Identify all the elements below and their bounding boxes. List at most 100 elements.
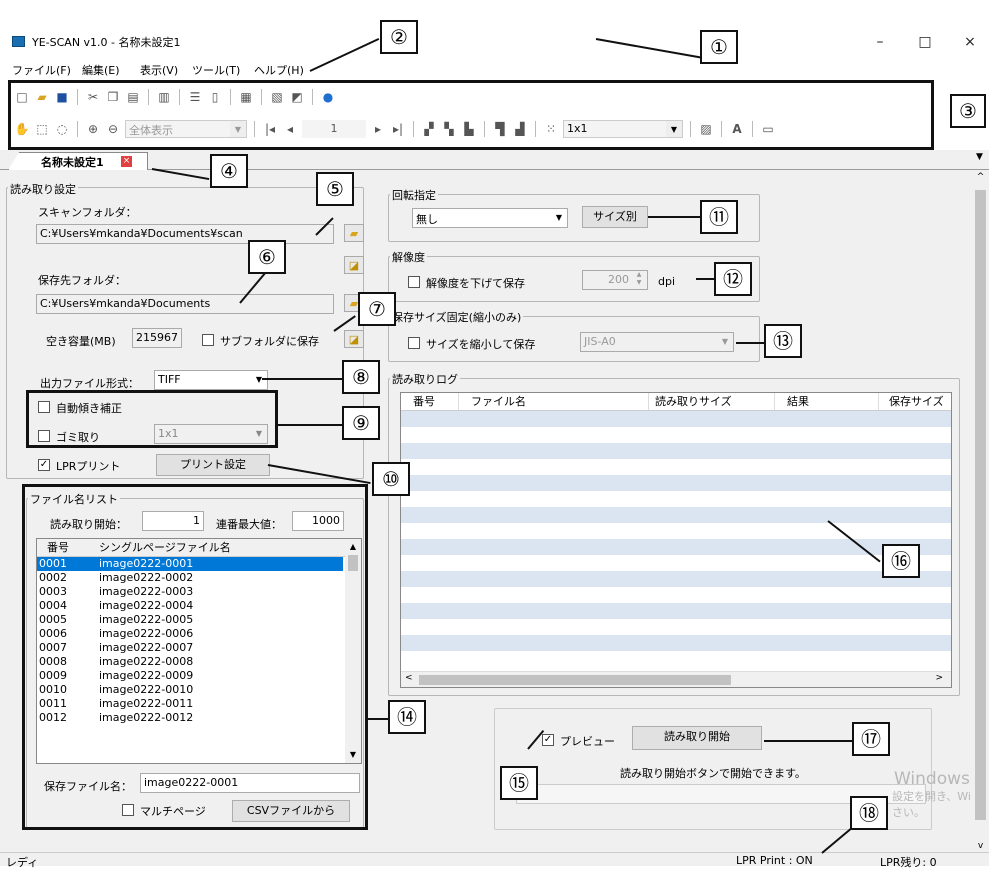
open-scan-folder-button[interactable]: ◪ <box>344 256 364 274</box>
open-folder-icon: ▰ <box>349 296 359 310</box>
separator <box>179 89 180 105</box>
callout-line-14 <box>368 718 388 720</box>
prev-page-icon[interactable]: ◂ <box>282 121 298 137</box>
panel-icon[interactable]: ▭ <box>760 121 776 137</box>
zoom-out-icon[interactable]: ⊖ <box>105 121 121 137</box>
tab-close-icon[interactable]: × <box>121 156 132 167</box>
menu-view[interactable]: 表示(V) <box>140 62 178 78</box>
open-folder-icon[interactable]: ▰ <box>34 89 50 105</box>
layout-1-icon[interactable]: ▞ <box>421 121 437 137</box>
log-row <box>401 427 951 443</box>
reduce-resolution-checkbox[interactable] <box>408 276 420 288</box>
rect-select-icon[interactable]: ⬚ <box>34 121 50 137</box>
next-page-icon[interactable]: ▸ <box>370 121 386 137</box>
preview-checkbox[interactable]: ✓ <box>542 734 554 746</box>
browse-scan-folder-button[interactable]: ▰ <box>344 224 364 242</box>
scale-select[interactable]: 1x1 ▼ <box>563 120 683 138</box>
rotation-value: 無し <box>416 213 438 226</box>
callout-line-11 <box>648 216 700 218</box>
folder-arrow-icon: ◪ <box>348 332 360 346</box>
log-rows <box>401 411 951 667</box>
dpi-spinner[interactable]: 200 ▲ ▼ <box>582 270 648 290</box>
pattern-icon[interactable]: ▨ <box>698 121 714 137</box>
size-specific-button[interactable]: サイズ別 <box>582 206 648 228</box>
grid-icon[interactable]: ⁙ <box>543 121 559 137</box>
help-icon[interactable]: ● <box>320 89 336 105</box>
menu-file[interactable]: ファイル(F) <box>12 62 71 78</box>
callout-16: ⑯ <box>882 544 920 578</box>
close-button[interactable]: × <box>950 28 989 56</box>
last-page-icon[interactable]: ▸| <box>390 121 406 137</box>
chevron-down-icon: ▼ <box>551 209 567 227</box>
settings-icon[interactable]: ☰ <box>187 89 203 105</box>
reduce-resolution-label: 解像度を下げて保存 <box>426 277 525 290</box>
layout-3-icon[interactable]: ▙ <box>461 121 477 137</box>
scroll-up-icon[interactable]: ^ <box>972 170 989 184</box>
callout-1: ① <box>700 30 738 64</box>
scan-folder-field[interactable]: C:¥Users¥mkanda¥Documents¥scan <box>36 224 334 244</box>
callout-17: ⑰ <box>852 722 890 756</box>
start-scan-button[interactable]: 読み取り開始 <box>632 726 762 750</box>
scan-log-table[interactable]: 番号 ファイル名 読み取りサイズ 結果 保存サイズ < > <box>400 392 952 688</box>
separator <box>148 89 149 105</box>
spinner-icon[interactable]: ▲ ▼ <box>631 271 647 289</box>
callout-5: ⑤ <box>316 172 354 206</box>
print-settings-button[interactable]: プリント設定 <box>156 454 270 476</box>
menu-edit[interactable]: 編集(E) <box>82 62 120 78</box>
save-icon[interactable]: ■ <box>54 89 70 105</box>
zoom-in-icon[interactable]: ⊕ <box>85 121 101 137</box>
log-row <box>401 523 951 539</box>
lpr-print-checkbox[interactable]: ✓ <box>38 459 50 471</box>
log-hscrollbar[interactable]: < > <box>401 671 951 687</box>
chevron-down-icon: ▼ <box>230 121 246 137</box>
paste-icon[interactable]: ▤ <box>125 89 141 105</box>
layout-2-icon[interactable]: ▚ <box>441 121 457 137</box>
menu-help[interactable]: ヘルプ(H) <box>254 62 304 78</box>
scanner-icon[interactable]: ▦ <box>238 89 254 105</box>
clean-icon[interactable]: ◩ <box>289 89 305 105</box>
scroll-thumb[interactable] <box>419 675 731 685</box>
paper-size-select[interactable]: JIS-A0 ▼ <box>580 332 734 352</box>
layout-4-icon[interactable]: ▜ <box>492 121 508 137</box>
maximize-button[interactable]: □ <box>905 28 945 56</box>
tab-document[interactable]: 名称未設定1 × <box>8 152 148 170</box>
lasso-icon[interactable]: ◌ <box>54 121 70 137</box>
log-col-size: 読み取りサイズ <box>649 393 775 410</box>
layout-5-icon[interactable]: ▟ <box>512 121 528 137</box>
main-vscrollbar[interactable]: ^ v <box>972 170 989 853</box>
callout-line-17 <box>764 740 852 742</box>
scroll-thumb[interactable] <box>975 190 986 820</box>
first-page-icon[interactable]: |◂ <box>262 121 278 137</box>
copy-icon[interactable]: ❐ <box>105 89 121 105</box>
hand-icon[interactable]: ✋ <box>14 121 30 137</box>
cut-icon[interactable]: ✂ <box>85 89 101 105</box>
print-icon[interactable]: ▥ <box>156 89 172 105</box>
shrink-size-label: サイズを縮小して保存 <box>426 338 536 351</box>
separator <box>752 121 753 137</box>
open-save-folder-button[interactable]: ◪ <box>344 330 364 348</box>
rotation-select[interactable]: 無し ▼ <box>412 208 568 228</box>
zoom-select[interactable]: 全体表示 ▼ <box>125 120 247 138</box>
batch-icon[interactable]: ▧ <box>269 89 285 105</box>
scroll-right-icon[interactable]: > <box>935 673 943 683</box>
save-folder-field[interactable]: C:¥Users¥mkanda¥Documents <box>36 294 334 314</box>
properties-icon[interactable]: ▯ <box>207 89 223 105</box>
chevron-down-icon: ▼ <box>717 333 733 351</box>
minimize-button[interactable]: – <box>860 28 900 56</box>
menu-tools[interactable]: ツール(T) <box>192 62 240 78</box>
new-file-icon[interactable]: □ <box>14 89 30 105</box>
scroll-left-icon[interactable]: < <box>405 673 413 683</box>
resolution-title: 解像度 <box>390 249 427 265</box>
subfolder-checkbox[interactable] <box>202 334 214 346</box>
callout-line-9 <box>278 424 342 426</box>
scroll-down-icon[interactable]: v <box>972 839 989 853</box>
shrink-size-checkbox[interactable] <box>408 337 420 349</box>
menu-bar: ファイル(F) 編集(E) 表示(V) ツール(T) ヘルプ(H) <box>0 58 989 80</box>
window-title: YE-SCAN v1.0 - 名称未設定1 <box>32 36 181 49</box>
tab-menu-chevron-icon[interactable]: ▼ <box>976 152 983 162</box>
callout-9: ⑨ <box>342 406 380 440</box>
text-icon[interactable]: A <box>729 121 745 137</box>
log-row <box>401 411 951 427</box>
page-number[interactable]: 1 <box>302 120 366 138</box>
output-format-select[interactable]: TIFF ▼ <box>154 370 268 390</box>
